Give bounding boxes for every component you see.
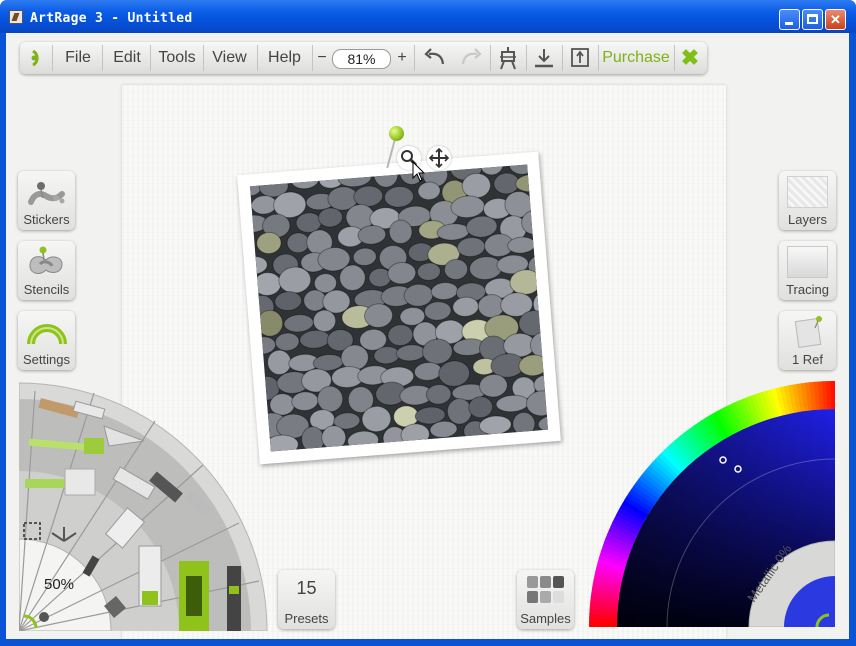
close-button[interactable]: ✕ <box>825 9 846 30</box>
tracing-icon <box>787 246 828 278</box>
stencils-icon <box>29 246 63 274</box>
pin-icon[interactable] <box>389 126 404 141</box>
stencils-label: Stencils <box>23 282 70 297</box>
pen-icon <box>227 566 241 631</box>
menu-edit[interactable]: Edit <box>103 42 151 74</box>
stickers-label: Stickers <box>23 212 70 227</box>
app-workspace: File Edit Tools View Help − 81% + Purcha… <box>6 33 849 639</box>
settings-label: Settings <box>23 352 70 367</box>
main-toolbar: File Edit Tools View Help − 81% + Purcha… <box>20 42 707 74</box>
mouse-cursor-icon <box>412 160 426 188</box>
canvas-settings-icon[interactable] <box>494 42 522 74</box>
presets-label: Presets <box>284 611 329 626</box>
samples-pod[interactable]: Samples <box>517 570 574 629</box>
zoom-out-button[interactable]: − <box>313 42 331 74</box>
samples-grid-icon <box>527 576 564 603</box>
menu-view[interactable]: View <box>204 42 255 74</box>
reference-thumbnail-icon <box>794 316 822 348</box>
stickers-icon <box>28 182 65 205</box>
hue-segment <box>830 381 835 409</box>
tracing-pod[interactable]: Tracing <box>779 241 836 300</box>
stencils-pod[interactable]: Stencils <box>18 241 75 300</box>
minimize-button[interactable] <box>779 9 800 30</box>
app-icon[interactable] <box>9 10 23 24</box>
stickers-pod[interactable]: Stickers <box>18 171 75 230</box>
samples-label: Samples <box>520 611 571 626</box>
references-label: 1 Ref <box>791 352 824 367</box>
settings-pod[interactable]: Settings <box>18 311 75 370</box>
layers-icon <box>787 176 828 208</box>
zoom-in-button[interactable]: + <box>393 42 411 74</box>
references-pod[interactable]: 1 Ref <box>779 311 836 370</box>
export-icon[interactable] <box>566 42 594 74</box>
brush-size-knob <box>39 612 49 622</box>
tool-picker[interactable]: T <box>19 381 269 631</box>
zoom-field[interactable]: 81% <box>332 49 391 69</box>
move-reference-icon[interactable] <box>427 146 451 170</box>
brush-size-value[interactable]: 50% <box>44 576 74 593</box>
window-title: ArtRage 3 - Untitled <box>30 11 193 26</box>
settings-icon <box>27 324 67 345</box>
paint-roller-icon <box>179 561 209 631</box>
redo-icon[interactable] <box>456 42 486 74</box>
tracing-label: Tracing <box>786 282 829 297</box>
presets-pod[interactable]: 15 Presets <box>278 570 335 629</box>
menu-tools[interactable]: Tools <box>151 42 203 74</box>
title-bar[interactable]: ArtRage 3 - Untitled ✕ <box>0 0 856 33</box>
app-window: ArtRage 3 - Untitled ✕ File Edit Tools V… <box>0 0 856 646</box>
close-toolbar-icon[interactable]: ✖ <box>675 42 705 74</box>
pebbles-photo <box>249 164 549 452</box>
layers-label: Layers <box>787 212 828 227</box>
paint-tube-icon <box>138 545 162 607</box>
toolbar-toggle-icon[interactable] <box>24 42 48 74</box>
menu-help[interactable]: Help <box>258 42 311 74</box>
maximize-button[interactable] <box>802 9 823 30</box>
menu-file[interactable]: File <box>54 42 102 74</box>
reference-image[interactable] <box>237 151 561 465</box>
undo-icon[interactable] <box>420 42 450 74</box>
import-icon[interactable] <box>530 42 558 74</box>
purchase-button[interactable]: Purchase <box>599 42 673 74</box>
color-picker[interactable]: Metallic 0% <box>589 381 835 627</box>
presets-count: 15 <box>296 578 317 598</box>
layers-pod[interactable]: Layers <box>779 171 836 230</box>
